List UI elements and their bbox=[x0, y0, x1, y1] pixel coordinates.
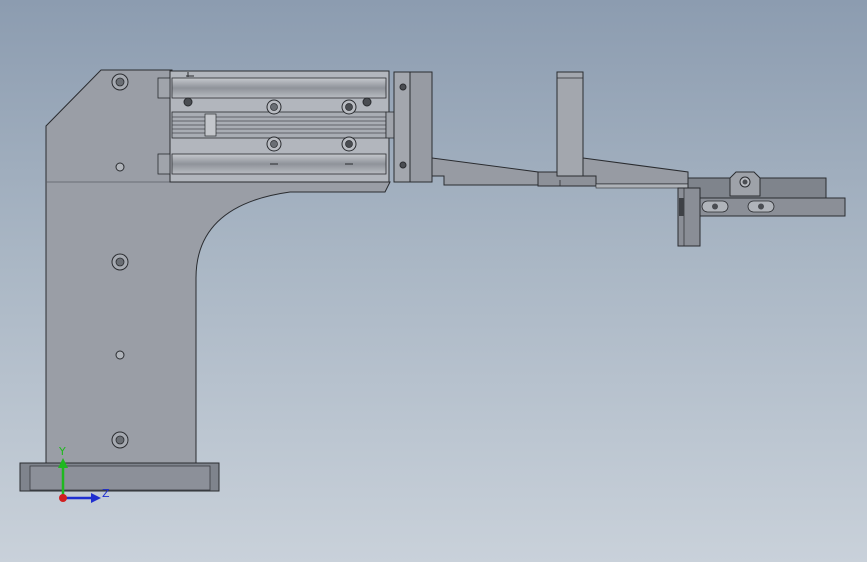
gripper-arm[interactable] bbox=[431, 71, 689, 189]
guide-cylinder[interactable] bbox=[157, 70, 390, 183]
hole-1 bbox=[115, 162, 125, 172]
cad-viewport[interactable]: Y Z bbox=[0, 0, 867, 562]
screw-3 bbox=[341, 99, 357, 115]
bolt-2 bbox=[111, 253, 129, 271]
screw-1 bbox=[183, 97, 193, 107]
axis-z-label: Z bbox=[102, 487, 110, 500]
base-plate[interactable] bbox=[19, 462, 220, 492]
end-effector[interactable] bbox=[677, 171, 846, 247]
mounting-plate[interactable] bbox=[385, 71, 433, 183]
screw-4 bbox=[362, 97, 372, 107]
screw-6 bbox=[341, 136, 357, 152]
bolt-1 bbox=[111, 73, 129, 91]
origin-icon bbox=[59, 494, 67, 502]
screw-2 bbox=[266, 99, 282, 115]
hole-2 bbox=[115, 350, 125, 360]
axis-y-label: Y bbox=[58, 445, 66, 458]
bolt-3 bbox=[111, 431, 129, 449]
screw-5 bbox=[266, 136, 282, 152]
axis-z-arrow-icon bbox=[63, 493, 101, 503]
